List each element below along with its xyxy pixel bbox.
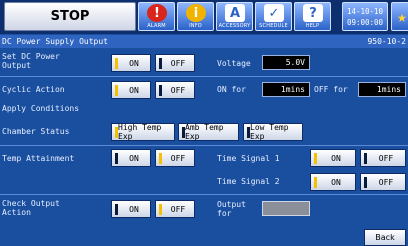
clock-time: 09:00:00 [346,18,384,27]
set-dc-power-label: Set DC Power Output [2,52,60,70]
temp-off-button[interactable]: OFF [155,149,195,167]
on-for-label: ON for [217,85,246,94]
indicator-off [159,85,162,96]
indicator-on [159,204,162,215]
indicator-on [314,153,317,164]
row-divider [0,76,408,77]
accessory-button[interactable]: A ACCESSORY [216,2,253,31]
help-label: HELP [305,23,320,29]
output-for-label: Output for [217,200,246,218]
voltage-label: Voltage [217,59,251,68]
row-divider [0,194,408,195]
back-button[interactable]: Back [364,229,406,246]
help-icon: ? [303,4,323,22]
info-icon: i [186,4,206,22]
time-signal-2-off-button[interactable]: OFF [360,173,406,191]
chamber-low-temp-button[interactable]: Low Temp Exp [243,123,303,141]
indicator-on [115,127,118,138]
indicator-off [364,153,367,164]
chamber-high-temp-button[interactable]: High Temp Exp [111,123,175,141]
off-for-label: OFF for [314,85,348,94]
indicator-off [115,204,118,215]
time-signal-2-label: Time Signal 2 [217,177,280,186]
cyclic-on-button[interactable]: ON [111,81,151,99]
schedule-button[interactable]: ✓ SCHEDULE [255,2,292,31]
page-title: DC Power Supply Output [2,37,108,46]
cyclic-action-label: Cyclic Action [2,85,65,94]
alarm-label: ALARM [147,23,166,29]
help-button[interactable]: ? HELP [294,2,331,31]
alarm-button[interactable]: ! ALARM [138,2,175,31]
check-off-button[interactable]: OFF [155,200,195,218]
page-code: 950-10-2 [367,37,406,46]
clock-date: 14-10-10 [346,7,384,16]
screen: STOP ! ALARM i INFO A ACCESSORY ✓ SCHEDU… [0,0,408,246]
time-signal-1-label: Time Signal 1 [217,154,280,163]
indicator-off [115,153,118,164]
accessory-label: ACCESSORY [218,23,251,29]
indicator-off [247,127,250,138]
check-on-button[interactable]: ON [111,200,151,218]
indicator-off [182,127,185,138]
set-dc-off-button[interactable]: OFF [155,54,195,72]
schedule-icon: ✓ [264,4,284,22]
schedule-label: SCHEDULE [259,23,288,29]
chamber-status-label: Chamber Status [2,127,70,136]
on-for-field[interactable]: 1mins [262,82,310,97]
set-dc-on-button[interactable]: ON [111,54,151,72]
time-signal-1-off-button[interactable]: OFF [360,149,406,167]
indicator-on [115,85,118,96]
title-bar: DC Power Supply Output 950-10-2 [0,35,408,48]
clock-display: 14-10-10 09:00:00 [342,2,388,31]
off-for-field[interactable]: 1mins [358,82,406,97]
chamber-amb-temp-button[interactable]: Amb Temp Exp [178,123,239,141]
star-icon: ★ [397,7,407,26]
row-divider [0,145,408,146]
cyclic-off-button[interactable]: OFF [155,81,195,99]
indicator-on [314,177,317,188]
accessory-icon: A [225,4,245,22]
info-label: INFO [189,23,202,29]
check-output-label: Check Output Action [2,199,60,217]
star-button[interactable]: ★ [391,2,408,31]
indicator-on [115,58,118,69]
indicator-off [159,58,162,69]
indicator-off [364,177,367,188]
alarm-icon: ! [147,4,167,22]
indicator-on [159,153,162,164]
apply-conditions-label: Apply Conditions [2,104,80,113]
temp-attainment-label: Temp Attainment [2,154,75,163]
top-bar: STOP ! ALARM i INFO A ACCESSORY ✓ SCHEDU… [0,0,408,34]
stop-button[interactable]: STOP [4,2,136,31]
time-signal-2-on-button[interactable]: ON [310,173,356,191]
info-button[interactable]: i INFO [177,2,214,31]
output-for-field[interactable] [262,201,310,216]
voltage-field[interactable]: 5.0V [262,55,310,70]
time-signal-1-on-button[interactable]: ON [310,149,356,167]
temp-on-button[interactable]: ON [111,149,151,167]
